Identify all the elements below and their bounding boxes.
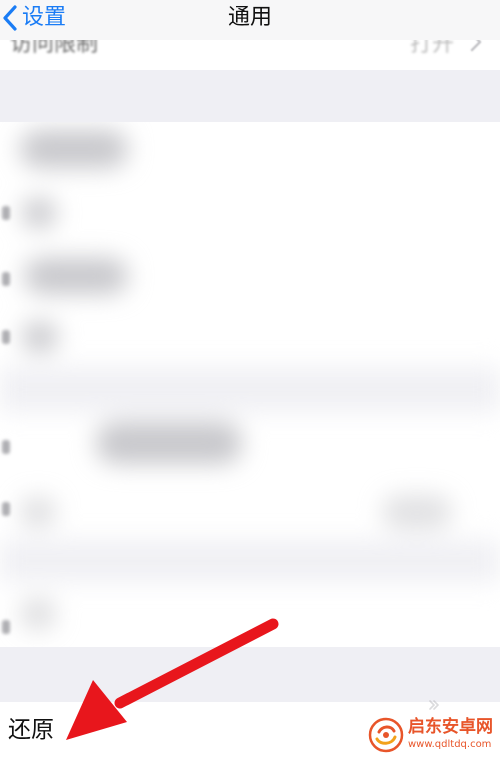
- restrictions-row[interactable]: 访问限制 打开: [0, 40, 500, 70]
- page-title: 通用: [227, 5, 272, 30]
- chevron-left-icon: [3, 5, 17, 31]
- row-edge-glyph: [2, 330, 10, 344]
- blurred-text-blob: [22, 322, 58, 352]
- blurred-section-gap: [0, 540, 500, 582]
- row-edge-glyph: [2, 502, 10, 516]
- row-edge-glyph: [2, 206, 10, 220]
- chevron-right-icon: [429, 700, 440, 710]
- restrictions-label: 访问限制: [10, 40, 99, 57]
- back-button-label: 设置: [22, 5, 67, 30]
- chevron-right-icon: [470, 40, 482, 52]
- row-edge-glyph: [2, 620, 10, 634]
- reset-row[interactable]: 还原: [0, 700, 500, 757]
- row-edge-glyph: [2, 272, 10, 286]
- navigation-bar: 设置 通用: [0, 0, 500, 41]
- section-gap: [0, 70, 500, 122]
- blurred-settings-panel: [0, 122, 500, 647]
- blurred-text-blob: [96, 422, 242, 464]
- blurred-value-blob: [382, 495, 452, 529]
- reset-label: 还原: [8, 717, 54, 743]
- blurred-text-blob: [24, 258, 128, 294]
- blurred-text-blob: [20, 598, 56, 630]
- blurred-text-blob: [20, 497, 56, 527]
- section-gap: [0, 647, 500, 703]
- back-button[interactable]: 设置: [0, 0, 66, 36]
- blur-content: [0, 122, 500, 647]
- restrictions-value: 打开: [409, 40, 454, 57]
- blurred-section-gap: [0, 367, 500, 412]
- row-edge-glyph: [2, 440, 10, 454]
- blurred-text-blob: [22, 198, 56, 228]
- blurred-text-blob: [20, 130, 128, 168]
